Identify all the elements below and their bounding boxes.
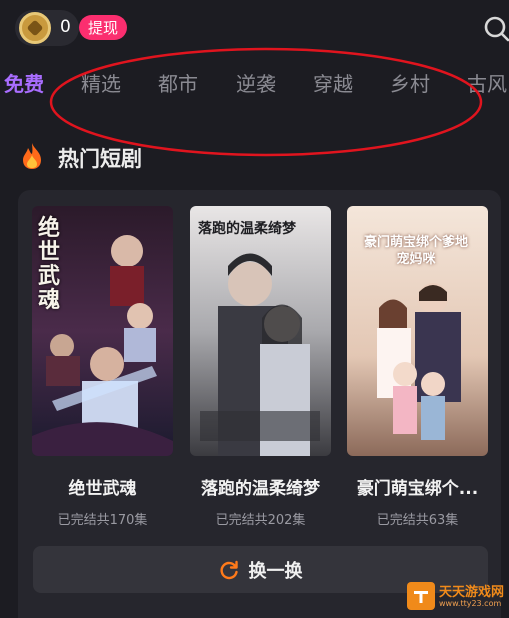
coin-count: 0	[60, 17, 71, 37]
drama-item[interactable]: 豪门萌宝绑个爹地宠妈咪 豪门萌宝绑个... 已完结共63集	[347, 206, 488, 528]
drama-poster[interactable]: 落跑的温柔绮梦	[190, 206, 331, 456]
drama-name: 绝世武魂	[68, 479, 137, 499]
watermark-name: 天天游戏网	[439, 585, 505, 600]
watermark-url: www.tty23.com	[439, 599, 502, 608]
drama-episode-count: 已完结共170集	[57, 513, 148, 528]
tab-urban[interactable]: 都市	[158, 68, 198, 97]
drama-episode-count: 已完结共202集	[215, 513, 306, 528]
tab-countryside[interactable]: 乡村	[390, 68, 430, 97]
tab-featured[interactable]: 精选	[81, 68, 121, 97]
withdraw-button[interactable]: 提现	[79, 15, 127, 40]
drama-name: 落跑的温柔绮梦	[201, 479, 320, 499]
drama-item[interactable]: 落跑的温柔绮梦 落跑的温柔绮梦 已完结共202集	[190, 206, 331, 528]
poster-title: 豪门萌宝绑个爹地宠妈咪	[363, 235, 468, 267]
tab-time-travel[interactable]: 穿越	[313, 68, 353, 97]
refresh-icon	[219, 560, 238, 579]
poster-title: 落跑的温柔绮梦	[198, 221, 296, 237]
coin-icon	[19, 12, 51, 44]
tab-comeback[interactable]: 逆袭	[236, 68, 276, 97]
site-watermark: 天天游戏网 www.tty23.com	[405, 580, 509, 618]
shuffle-label: 换一换	[248, 560, 303, 582]
fire-icon	[23, 143, 41, 169]
top-bar: 0 提现	[0, 0, 509, 56]
tab-free[interactable]: 免费	[4, 68, 44, 97]
drama-episode-count: 已完结共63集	[376, 513, 459, 528]
section-title: 热门短剧	[58, 147, 142, 171]
watermark-logo-icon	[407, 582, 435, 610]
drama-item[interactable]: 绝世武魂 绝世武魂 已完结共170集	[32, 206, 173, 528]
tab-ancient[interactable]: 古风	[467, 68, 507, 97]
poster-title: 绝世武魂	[38, 215, 61, 313]
drama-name: 豪门萌宝绑个...	[356, 479, 479, 499]
drama-poster[interactable]: 豪门萌宝绑个爹地宠妈咪	[347, 206, 488, 456]
search-icon[interactable]	[480, 14, 509, 44]
drama-poster[interactable]: 绝世武魂	[32, 206, 173, 456]
category-tabs: 免费 精选 都市 逆袭 穿越 乡村 古风	[0, 60, 509, 104]
hot-dramas-card: 绝世武魂 绝世武魂 已完结共170集 落跑的温柔绮梦 落跑的温柔绮梦 已完结共2…	[18, 190, 501, 618]
